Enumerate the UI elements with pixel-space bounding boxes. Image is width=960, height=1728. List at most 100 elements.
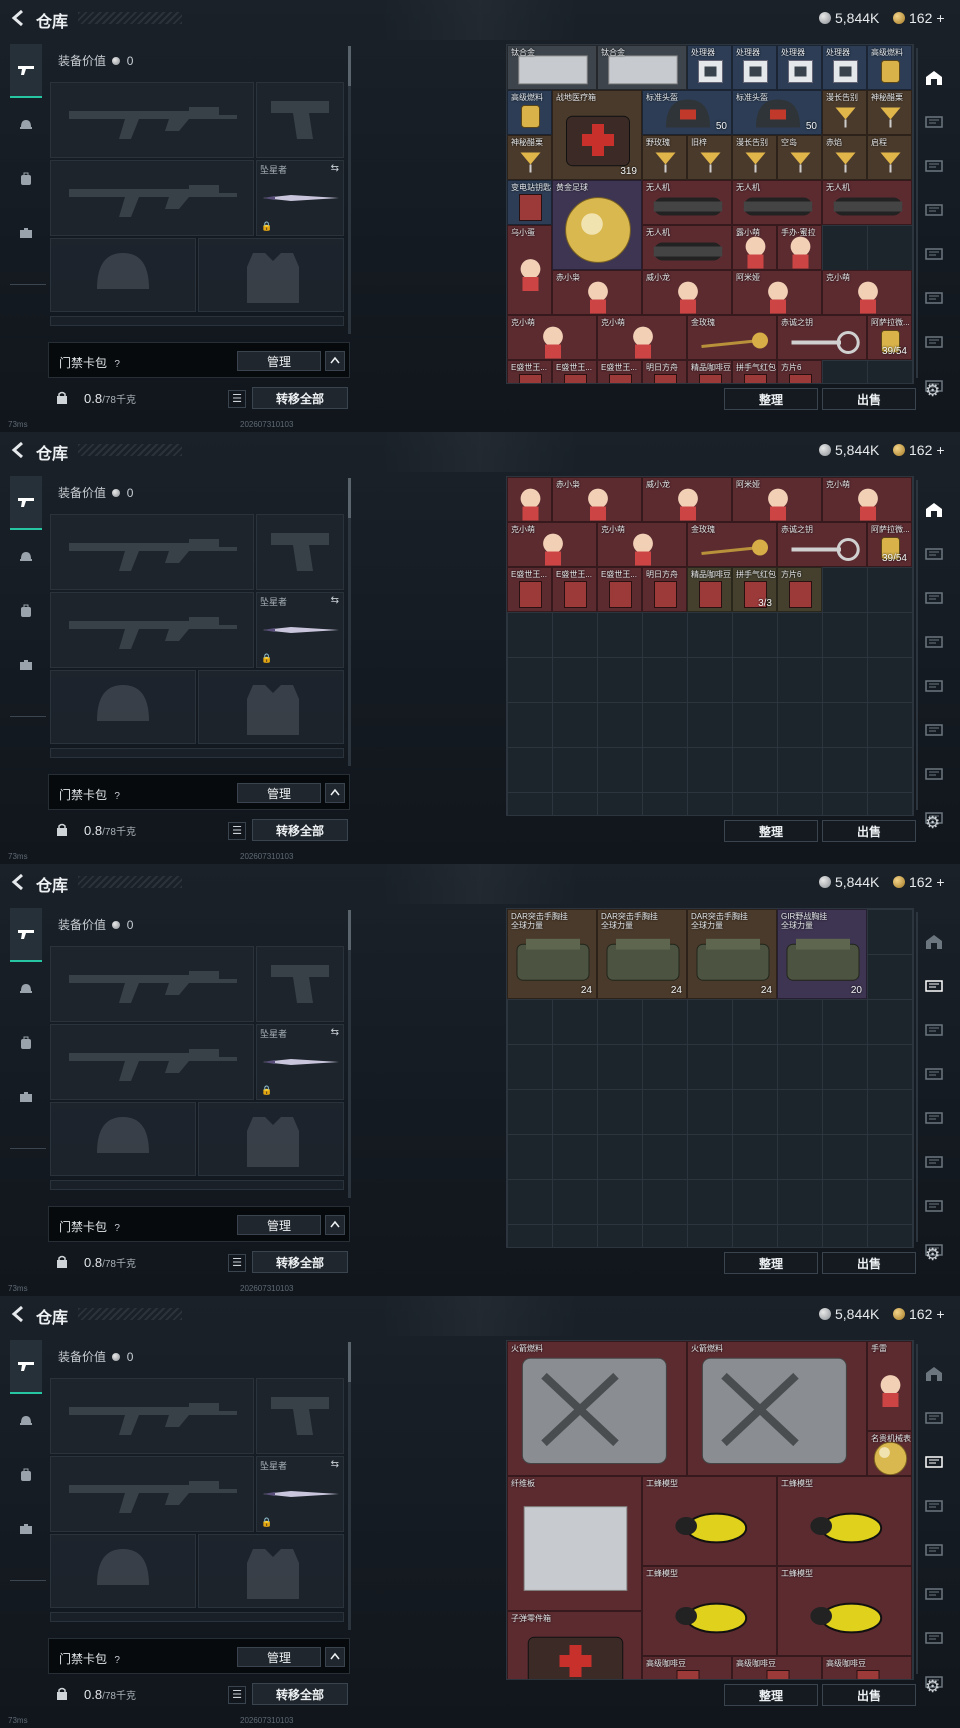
storage-item[interactable]: 纤维板 bbox=[507, 1476, 642, 1611]
helmet-slot[interactable] bbox=[50, 1102, 196, 1176]
back-arrow-icon[interactable] bbox=[10, 9, 30, 29]
storage-grid[interactable]: 钛合金 钛合金 处理器 处理器 处理器 处理器 高级燃料 高级燃料 战地医疗箱 319 标准头盔 50… bbox=[506, 44, 914, 384]
storage-item[interactable]: E盛世王... bbox=[597, 567, 642, 612]
manage-button[interactable]: 管理 bbox=[237, 783, 321, 803]
back-arrow-icon[interactable] bbox=[10, 1305, 30, 1325]
storage-item[interactable]: 克小萌 bbox=[597, 315, 687, 360]
storage-item[interactable]: 克小萌 bbox=[507, 315, 597, 360]
storage-item[interactable]: GIR野战胸挂 全球力量 20 bbox=[777, 909, 867, 999]
primary-weapon-slot[interactable] bbox=[50, 514, 254, 590]
tab-weapons[interactable] bbox=[10, 44, 42, 98]
manage-button[interactable]: 管理 bbox=[237, 1215, 321, 1235]
secondary-weapon-slot[interactable] bbox=[50, 1456, 254, 1532]
chevron-up-icon[interactable] bbox=[325, 1215, 345, 1235]
storage-item[interactable]: 明日方舟 bbox=[642, 567, 687, 612]
storage-item[interactable] bbox=[507, 477, 552, 522]
storage-item[interactable]: 露小萌 bbox=[732, 225, 777, 270]
storage-item[interactable]: 处理器 bbox=[777, 45, 822, 90]
chevron-up-icon[interactable] bbox=[325, 783, 345, 803]
storage-item[interactable]: 赤小枭 bbox=[552, 270, 642, 315]
warehouse-icon[interactable] bbox=[920, 1352, 948, 1396]
transfer-all-button[interactable]: 转移全部 bbox=[252, 1251, 348, 1273]
list-icon[interactable]: ☰ bbox=[228, 1686, 246, 1704]
equipment-scrollbar[interactable] bbox=[348, 46, 351, 334]
storage-item[interactable]: 手雷 bbox=[867, 1341, 912, 1431]
sell-button[interactable]: 出售 bbox=[822, 388, 916, 410]
storage-ext-5-icon[interactable] bbox=[920, 1572, 948, 1616]
armor-slot[interactable] bbox=[198, 1534, 344, 1608]
storage-ext-2-icon[interactable] bbox=[920, 576, 948, 620]
storage-item[interactable]: 高级咖啡豆 bbox=[822, 1656, 912, 1679]
sell-button[interactable]: 出售 bbox=[822, 1684, 916, 1706]
tab-weapons[interactable] bbox=[10, 1340, 42, 1394]
tab-armor[interactable] bbox=[10, 962, 42, 1016]
storage-ext-2-icon[interactable] bbox=[920, 144, 948, 188]
gold-currency[interactable]: 162 + bbox=[893, 1306, 945, 1322]
storage-item[interactable]: E盛世王... bbox=[597, 360, 642, 383]
help-icon[interactable]: ? bbox=[114, 1223, 120, 1234]
pistol-slot[interactable] bbox=[256, 946, 344, 1022]
storage-ext-6-icon[interactable] bbox=[920, 1184, 948, 1228]
storage-item[interactable]: 启程 bbox=[867, 135, 912, 180]
sell-button[interactable]: 出售 bbox=[822, 1252, 916, 1274]
storage-item[interactable]: 阿萨拉微... 39/54 bbox=[867, 315, 912, 360]
tab-case[interactable] bbox=[10, 638, 42, 692]
storage-item[interactable]: 火箭燃料 bbox=[507, 1341, 687, 1476]
storage-item[interactable]: 钛合金 bbox=[597, 45, 687, 90]
storage-item[interactable]: 拼手气红包 bbox=[732, 360, 777, 383]
storage-item[interactable]: E盛世王... bbox=[552, 567, 597, 612]
melee-slot[interactable]: 坠星者 ⇆ 🔒 bbox=[256, 1024, 344, 1100]
storage-item[interactable]: 无人机 bbox=[822, 180, 912, 225]
gold-currency[interactable]: 162 + bbox=[893, 442, 945, 458]
storage-ext-2-icon[interactable] bbox=[920, 1008, 948, 1052]
storage-ext-1-icon[interactable] bbox=[920, 964, 948, 1008]
gear-icon[interactable]: ⚙ bbox=[925, 813, 940, 833]
storage-item[interactable]: E盛世王... bbox=[552, 360, 597, 383]
chest-rig-slot[interactable] bbox=[50, 1612, 344, 1622]
tab-armor[interactable] bbox=[10, 1394, 42, 1448]
storage-item[interactable]: 赤小枭 bbox=[552, 477, 642, 522]
storage-item[interactable]: 高级燃料 bbox=[867, 45, 912, 90]
storage-ext-6-icon[interactable] bbox=[920, 1616, 948, 1660]
storage-item[interactable]: 方片6 bbox=[777, 567, 822, 612]
storage-item[interactable]: 阿米娅 bbox=[732, 270, 822, 315]
storage-item[interactable]: 旧梓 bbox=[687, 135, 732, 180]
storage-item[interactable]: 工蜂模型 bbox=[642, 1476, 777, 1566]
list-icon[interactable]: ☰ bbox=[228, 1254, 246, 1272]
tab-weapons[interactable] bbox=[10, 908, 42, 962]
armor-slot[interactable] bbox=[198, 1102, 344, 1176]
tab-case[interactable] bbox=[10, 206, 42, 260]
manage-button[interactable]: 管理 bbox=[237, 351, 321, 371]
gold-add-button[interactable]: + bbox=[936, 10, 944, 26]
help-icon[interactable]: ? bbox=[114, 791, 120, 802]
transfer-all-button[interactable]: 转移全部 bbox=[252, 1683, 348, 1705]
equipment-scrollbar[interactable] bbox=[348, 478, 351, 766]
sort-button[interactable]: 整理 bbox=[724, 1252, 818, 1274]
storage-item[interactable]: 精品咖啡豆 bbox=[687, 567, 732, 612]
storage-scrollbar[interactable] bbox=[916, 912, 918, 1242]
storage-item[interactable]: E盛世王... bbox=[507, 360, 552, 383]
storage-item[interactable]: 明日方舟 bbox=[642, 360, 687, 383]
storage-scrollbar[interactable] bbox=[916, 48, 918, 378]
chest-rig-slot[interactable] bbox=[50, 1180, 344, 1190]
storage-item[interactable]: 神秘醋栗 bbox=[507, 135, 552, 180]
storage-item[interactable]: 战地医疗箱 319 bbox=[552, 90, 642, 180]
storage-item[interactable]: 高级咖啡豆 bbox=[642, 1656, 732, 1679]
storage-item[interactable]: 无人机 bbox=[732, 180, 822, 225]
storage-item[interactable]: 子弹零件箱 bbox=[507, 1611, 642, 1679]
melee-slot[interactable]: 坠星者 ⇆ 🔒 bbox=[256, 1456, 344, 1532]
storage-item[interactable]: 赤诚之钥 bbox=[777, 315, 867, 360]
storage-ext-6-icon[interactable] bbox=[920, 320, 948, 364]
storage-item[interactable]: 克小萌 bbox=[507, 522, 597, 567]
storage-ext-6-icon[interactable] bbox=[920, 752, 948, 796]
storage-item[interactable]: 克小萌 bbox=[822, 270, 912, 315]
storage-item[interactable]: E盛世王... bbox=[507, 567, 552, 612]
storage-item[interactable]: 阿萨拉微... 39/54 bbox=[867, 522, 912, 567]
storage-item[interactable]: 高级咖啡豆 bbox=[732, 1656, 822, 1679]
storage-item[interactable]: 名贵机械表 bbox=[867, 1431, 912, 1476]
tab-armor[interactable] bbox=[10, 530, 42, 584]
warehouse-icon[interactable] bbox=[920, 488, 948, 532]
storage-item[interactable]: 方片6 bbox=[777, 360, 822, 383]
storage-ext-1-icon[interactable] bbox=[920, 1396, 948, 1440]
gold-add-button[interactable]: + bbox=[936, 874, 944, 890]
